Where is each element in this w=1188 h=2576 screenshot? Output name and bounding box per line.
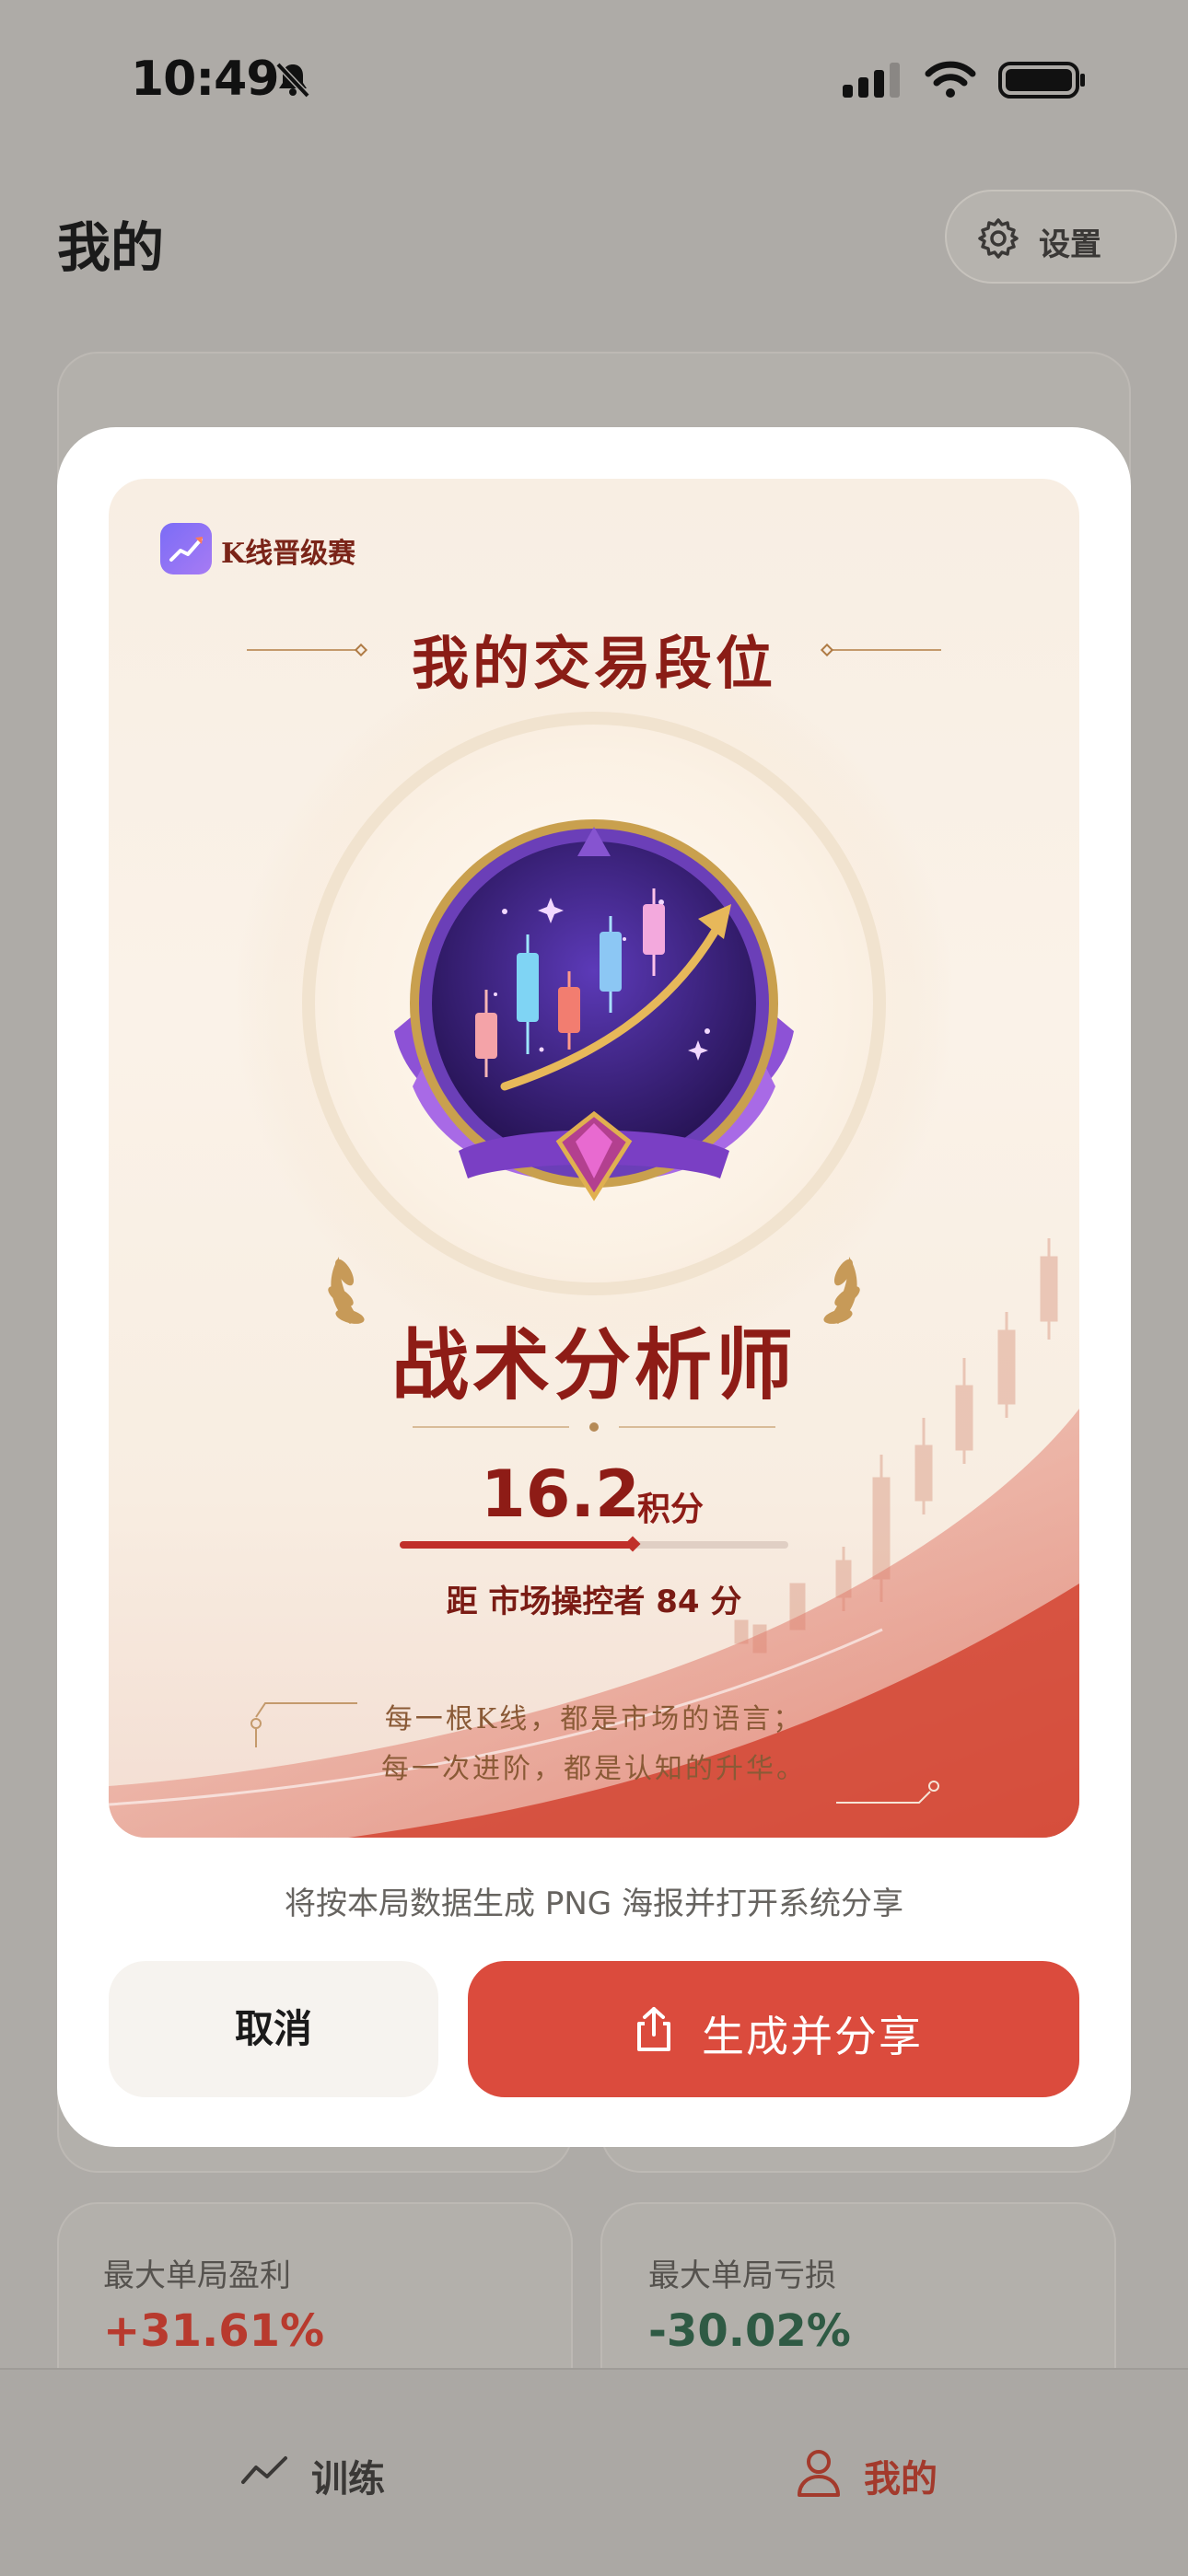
tab-train[interactable]: 训练 bbox=[241, 2443, 407, 2501]
max-profit-label: 最大单局盈利 bbox=[103, 2257, 291, 2294]
max-profit-value: +31.61% bbox=[103, 2305, 325, 2357]
generate-share-button[interactable]: 生成并分享 bbox=[468, 1961, 1079, 2097]
rank-name: 战术分析师 bbox=[390, 1319, 797, 1410]
cellular-signal-icon bbox=[843, 63, 900, 98]
app-logo-icon bbox=[160, 523, 212, 574]
score-value: 16.2 bbox=[481, 1456, 640, 1532]
poster-title: 我的交易段位 bbox=[411, 630, 776, 697]
max-loss-label: 最大单局亏损 bbox=[648, 2257, 836, 2294]
generate-share-label: 生成并分享 bbox=[702, 2012, 923, 2061]
battery-icon bbox=[998, 62, 1085, 99]
page-title: 我的 bbox=[57, 216, 165, 279]
trend-line-icon bbox=[241, 2456, 287, 2484]
score-unit: 积分 bbox=[637, 1491, 705, 1528]
status-bar: 10:49 bbox=[0, 0, 1188, 157]
status-time: 10:49 bbox=[131, 52, 280, 107]
share-poster-modal: K线晋级赛 我的交易段位 战术分析师 16.2 积分 距 市场操控者 84 分 … bbox=[57, 427, 1131, 2147]
rank-progress-fill bbox=[400, 1541, 634, 1549]
next-rank-text: 距 市场操控者 84 分 bbox=[446, 1584, 742, 1620]
gear-icon bbox=[978, 218, 1019, 259]
quote-line-1: 每一根K线，都是市场的语言； bbox=[384, 1703, 804, 1735]
tab-bar: 训练 我的 bbox=[0, 2368, 1188, 2576]
max-loss-value: -30.02% bbox=[648, 2305, 851, 2357]
rank-poster: K线晋级赛 我的交易段位 战术分析师 16.2 积分 距 市场操控者 84 分 … bbox=[109, 479, 1079, 1838]
quote-line-2: 每一次进阶，都是认知的升华。 bbox=[381, 1753, 807, 1785]
share-hint: 将按本局数据生成 PNG 海报并打开系统分享 bbox=[285, 1886, 903, 1922]
cancel-button[interactable]: 取消 bbox=[109, 1961, 438, 2097]
wifi-icon bbox=[925, 61, 976, 98]
tab-mine-label: 我的 bbox=[864, 2458, 938, 2501]
settings-button[interactable]: 设置 bbox=[945, 190, 1177, 284]
share-icon bbox=[637, 2007, 670, 2051]
brand-name: K线晋级赛 bbox=[221, 538, 356, 570]
tab-train-label: 训练 bbox=[311, 2458, 385, 2501]
rank-progress-bar bbox=[400, 1536, 788, 1552]
user-icon bbox=[798, 2450, 840, 2497]
tab-mine[interactable]: 我的 bbox=[796, 2443, 961, 2501]
settings-label: 设置 bbox=[1039, 226, 1101, 263]
bell-muted-icon bbox=[275, 62, 310, 99]
